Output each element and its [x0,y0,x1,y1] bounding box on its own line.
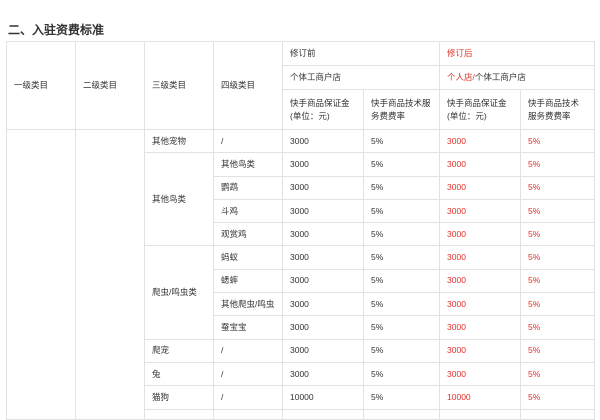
level4-cell: 其他爬虫/鸣虫 [213,292,283,317]
fee-before-cell: 5% [362,128,441,154]
section-title: 二、入驻资费标准 [8,23,105,37]
deposit-after-cell: 3000 [439,245,522,270]
level4-cell: 蚂蚁 [213,245,283,270]
deposit-before-cell: 10000 [282,385,364,410]
level2-cell [75,129,145,420]
fee-standard-table: 一级类目 二级类目 三级类目 四级类目 修订前 修订后 个体工商户店 个人店/个… [6,41,596,420]
deposit-before-cell: 3000 [282,222,364,247]
fee-before-cell: 5% [362,245,441,270]
header-before-store-type: 个体工商户店 [281,65,441,90]
header-deposit-after: 快手商品保证金(单位：元) [439,89,522,130]
fee-after-cell: 5% [520,198,596,224]
level4-cell: 其他鸟类 [213,152,283,177]
header-fee-after: 快手商品技术服务费费率 [520,89,596,130]
deposit-before-cell: 3000 [282,128,364,154]
level3-cell: 爬虫/鸣虫类 [144,245,214,340]
deposit-after-cell: 3000 [439,268,522,294]
fee-before-cell: 5% [362,222,441,247]
header-fee-before: 快手商品技术服务费费率 [362,89,441,130]
level4-cell: 斗鸡 [213,198,283,224]
level3-cell: 猫狗 [144,385,214,410]
fee-before-cell: 5% [362,268,441,294]
deposit-after-cell: 3000 [439,175,522,200]
level4-cell: / [213,361,283,387]
fee-after-cell: 5% [520,338,596,363]
header-before: 修订前 [281,41,441,66]
header-level4: 四级类目 [213,41,283,130]
empty-cell [144,408,214,420]
deposit-after-cell: 3000 [439,338,522,363]
level4-cell: / [213,338,283,363]
fee-after-cell: 5% [520,268,596,294]
fee-before-cell: 5% [362,315,441,340]
fee-after-cell: 5% [520,152,596,177]
deposit-after-cell: 3000 [439,128,522,154]
level3-cell: 其他宠物 [144,128,214,154]
fee-after-cell: 5% [520,315,596,340]
deposit-after-cell: 3000 [439,292,522,317]
deposit-after-cell: 3000 [439,315,522,340]
deposit-before-cell: 3000 [282,175,364,200]
level4-cell: 观赏鸡 [213,222,283,247]
deposit-before-cell: 3000 [282,152,364,177]
level3-cell: 爬宠 [144,338,214,363]
fee-before-cell: 5% [362,361,441,387]
header-level3: 三级类目 [144,41,214,130]
header-after-store-type: 个人店/个体工商户店 [439,65,596,90]
fee-before-cell: 5% [362,385,441,410]
after-store-type-individual: 个体工商户店 [474,72,526,82]
fee-after-cell: 5% [520,361,596,387]
deposit-before-cell: 3000 [282,245,364,270]
level4-cell: 鹦鹉 [213,175,283,200]
deposit-after-cell: 3000 [439,222,522,247]
level3-cell: 其他鸟类 [144,152,214,247]
fee-before-cell: 5% [362,175,441,200]
deposit-after-cell: 3000 [439,361,522,387]
fee-after-cell: 5% [520,245,596,270]
empty-cell [362,408,441,420]
header-level1: 一级类目 [6,41,76,130]
empty-cell [282,408,364,420]
fee-after-cell: 5% [520,222,596,247]
deposit-before-cell: 3000 [282,268,364,294]
header-after: 修订后 [439,41,596,66]
empty-cell [520,408,596,420]
fee-before-cell: 5% [362,338,441,363]
deposit-before-cell: 3000 [282,198,364,224]
fee-after-cell: 5% [520,175,596,200]
level1-cell [6,129,76,420]
table-row: 其他宠物/3000 5% 3000 5% [6,128,596,420]
level4-cell: / [213,128,283,154]
deposit-after-cell: 3000 [439,198,522,224]
level4-cell: / [213,385,283,410]
empty-cell [213,408,283,420]
fee-after-cell: 5% [520,385,596,410]
level4-cell: 蟋蟀 [213,268,283,294]
deposit-before-cell: 3000 [282,315,364,340]
fee-after-cell: 5% [520,292,596,317]
header-level2: 二级类目 [75,41,145,130]
deposit-before-cell: 3000 [282,361,364,387]
fee-before-cell: 5% [362,198,441,224]
deposit-before-cell: 3000 [282,338,364,363]
fee-after-cell: 5% [520,128,596,154]
deposit-before-cell: 3000 [282,292,364,317]
level3-cell: 兔 [144,361,214,387]
header-deposit-before: 快手商品保证金(单位：元) [282,89,364,130]
deposit-after-cell: 10000 [439,385,522,410]
deposit-after-cell: 3000 [439,152,522,177]
empty-cell [439,408,522,420]
level4-cell: 蚕宝宝 [213,315,283,340]
fee-before-cell: 5% [362,292,441,317]
fee-before-cell: 5% [362,152,441,177]
after-store-type-personal: 个人店/ [447,72,475,82]
